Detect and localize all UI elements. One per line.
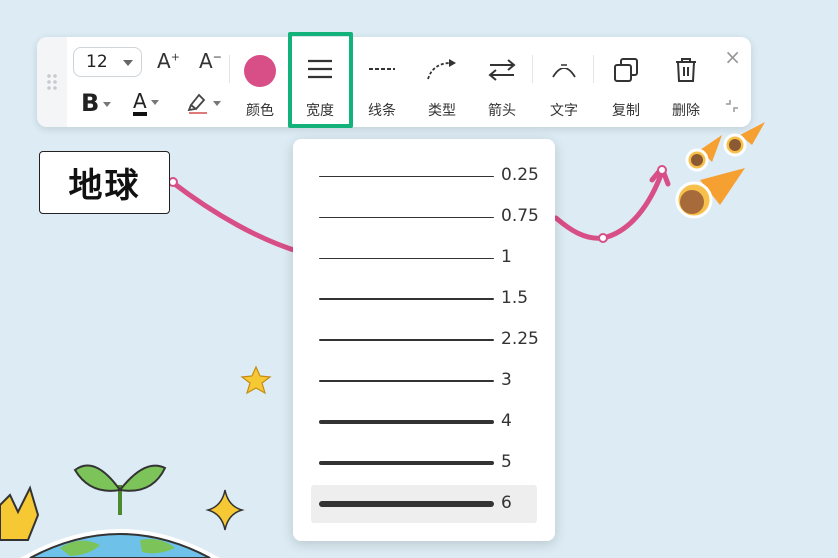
topic-node-label: 地球 [68, 166, 141, 206]
copy-label: 复制 [612, 103, 640, 119]
curve-type-icon [427, 59, 456, 80]
copy-icon [614, 58, 638, 82]
color-swatch-icon [244, 55, 276, 87]
width-sample-line [319, 338, 494, 341]
width-option[interactable]: 0.75 [311, 198, 539, 236]
type-label: 类型 [428, 103, 456, 119]
width-option-selected[interactable]: 6 [311, 485, 537, 523]
width-option-label: 2.25 [501, 329, 539, 349]
delete-button[interactable]: 删除 [657, 37, 715, 127]
trash-icon [676, 58, 696, 82]
width-option-label: 1.5 [501, 288, 529, 308]
width-option[interactable]: 1 [311, 239, 537, 277]
topic-node-earth[interactable]: 地球 [39, 151, 170, 214]
font-color-button[interactable]: A [133, 89, 159, 116]
bold-icon: B [81, 89, 100, 117]
width-option-label: 5 [501, 452, 512, 472]
close-button[interactable]: × [724, 45, 741, 69]
star-sticker-icon [240, 365, 272, 395]
decrease-font-button[interactable]: A− [199, 49, 222, 73]
width-option-label: 1 [501, 247, 512, 267]
width-option-label: 0.25 [501, 165, 539, 185]
width-sample-line [319, 501, 494, 507]
toolbar-divider [593, 55, 594, 83]
connector-start-handle [168, 177, 178, 187]
width-button-highlight [288, 32, 353, 128]
arrows-swap-icon [488, 59, 516, 81]
arrow-label: 箭头 [488, 103, 516, 119]
width-sample-line [319, 460, 494, 466]
width-option[interactable]: 4 [311, 403, 537, 441]
connector-toolbar: 12 A+ A− B A 颜色 宽度 线条 类型 箭头 文字 复制 删除 × [37, 37, 751, 127]
connector-curve-tail [553, 169, 665, 241]
text-label: 文字 [550, 103, 578, 119]
width-option[interactable]: 1.5 [311, 280, 537, 318]
decrease-font-icon: A [199, 49, 213, 73]
width-option[interactable]: 5 [311, 444, 537, 482]
width-option-label: 0.75 [501, 206, 539, 226]
collapse-icon[interactable] [725, 98, 739, 117]
delete-label: 删除 [672, 103, 700, 119]
width-option-label: 3 [501, 370, 512, 390]
drag-dots-icon [46, 73, 58, 91]
width-sample-line [319, 257, 494, 259]
increase-font-button[interactable]: A+ [157, 49, 180, 73]
font-color-icon: A [133, 90, 147, 116]
connector-end-handle [657, 165, 667, 175]
connector-mid-handle [598, 233, 608, 243]
earth-sticker-icon [20, 464, 220, 558]
width-sample-line [319, 216, 494, 218]
copy-button[interactable]: 复制 [597, 37, 655, 127]
text-button[interactable]: 文字 [535, 37, 593, 127]
line-style-button[interactable]: 线条 [353, 37, 411, 127]
toolbar-divider [532, 55, 533, 83]
width-option-label: 4 [501, 411, 512, 431]
drag-handle[interactable] [37, 37, 67, 127]
width-sample-line [319, 298, 494, 300]
type-button[interactable]: 类型 [413, 37, 471, 127]
font-size-value: 12 [86, 52, 108, 72]
crown-sticker-icon [0, 485, 40, 541]
color-button[interactable]: 颜色 [231, 37, 289, 127]
width-option[interactable]: 2.25 [311, 321, 539, 359]
font-size-select[interactable]: 12 [73, 47, 142, 77]
decrease-font-sup: − [212, 50, 222, 64]
color-label: 颜色 [246, 103, 274, 119]
width-option[interactable]: 3 [311, 362, 537, 400]
connector-curve [169, 179, 303, 255]
highlighter-icon [187, 93, 207, 114]
chevron-down-icon [123, 60, 133, 66]
arrow-button[interactable]: 箭头 [473, 37, 531, 127]
caret-down-icon [150, 100, 159, 105]
width-dropdown-menu: 0.25 0.75 1 1.5 2.25 3 4 5 6 [293, 139, 555, 541]
width-sample-line [319, 379, 494, 383]
sparkle-sticker-icon [205, 489, 245, 531]
meteor-sticker-icon [675, 122, 765, 219]
bold-button[interactable]: B [81, 89, 112, 117]
toolbar-divider [229, 55, 230, 83]
width-option-label: 6 [501, 493, 512, 513]
dashed-line-icon [369, 68, 395, 70]
line-style-label: 线条 [368, 103, 396, 119]
increase-font-sup: + [170, 50, 180, 64]
width-sample-line [319, 175, 494, 177]
width-sample-line [319, 420, 494, 424]
increase-font-icon: A [157, 49, 171, 73]
shrink-corners-icon [726, 100, 738, 112]
curve-text-icon [552, 62, 576, 78]
highlight-button[interactable] [187, 91, 221, 115]
caret-down-icon [213, 100, 221, 106]
width-option[interactable]: 0.25 [311, 157, 539, 195]
caret-down-icon [103, 101, 112, 107]
